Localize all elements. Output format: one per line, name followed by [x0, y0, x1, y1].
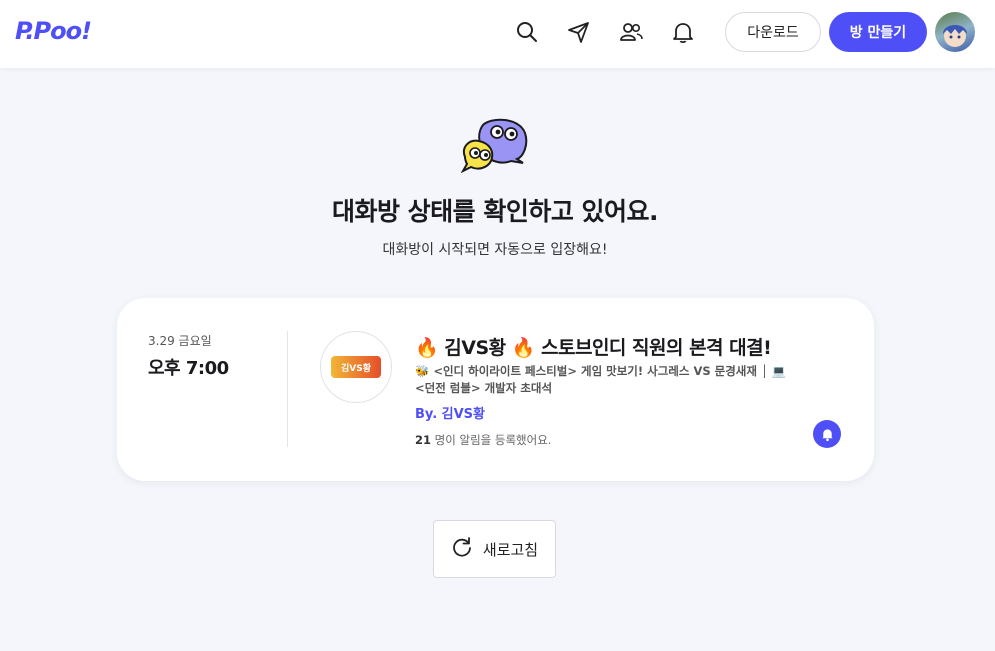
notification-count: 21 명이 알림을 등록했어요. [415, 432, 551, 448]
notice-count-number: 21 [415, 433, 432, 447]
room-thumbnail: 김VS황 [320, 331, 392, 403]
search-icon[interactable] [514, 19, 540, 45]
chatroom-card[interactable]: 3.29 금요일 오후 7:00 김VS황 🔥 김VS황 🔥 스토브인디 직원의… [117, 298, 874, 481]
paper-plane-icon[interactable] [566, 19, 592, 45]
room-description: 🐝 <인디 하이라이트 페스티벌> 게임 맛보기! 사그레스 VS 문경새재 │… [415, 364, 787, 395]
notify-bell-button[interactable] [813, 420, 841, 448]
page-subtitle: 대화방이 시작되면 자동으로 입장해요! [382, 242, 608, 258]
avatar[interactable] [935, 12, 975, 52]
divider [287, 331, 288, 447]
ppool-logo[interactable]: P.Poo! [15, 17, 92, 45]
refresh-icon [451, 536, 473, 562]
room-host[interactable]: By. 김VS황 [415, 403, 485, 422]
top-header: P.Poo! 다운로드 방 만들기 [0, 0, 995, 68]
bell-icon[interactable] [670, 19, 696, 45]
make-room-button[interactable]: 방 만들기 [829, 12, 927, 52]
chat-mascot-illustration [460, 117, 529, 174]
event-date: 3.29 금요일 [148, 334, 212, 348]
event-time: 오후 7:00 [148, 358, 229, 379]
thumbnail-logo: 김VS황 [331, 356, 381, 378]
page-title: 대화방 상태를 확인하고 있어요. [331, 197, 659, 226]
room-title: 🔥 김VS황 🔥 스토브인디 직원의 본격 대결! [415, 337, 772, 359]
refresh-button[interactable]: 새로고침 [433, 520, 556, 578]
download-button[interactable]: 다운로드 [725, 12, 821, 52]
users-icon[interactable] [618, 19, 644, 45]
refresh-label: 새로고침 [482, 540, 539, 559]
notice-count-text: 명이 알림을 등록했어요. [431, 433, 552, 447]
